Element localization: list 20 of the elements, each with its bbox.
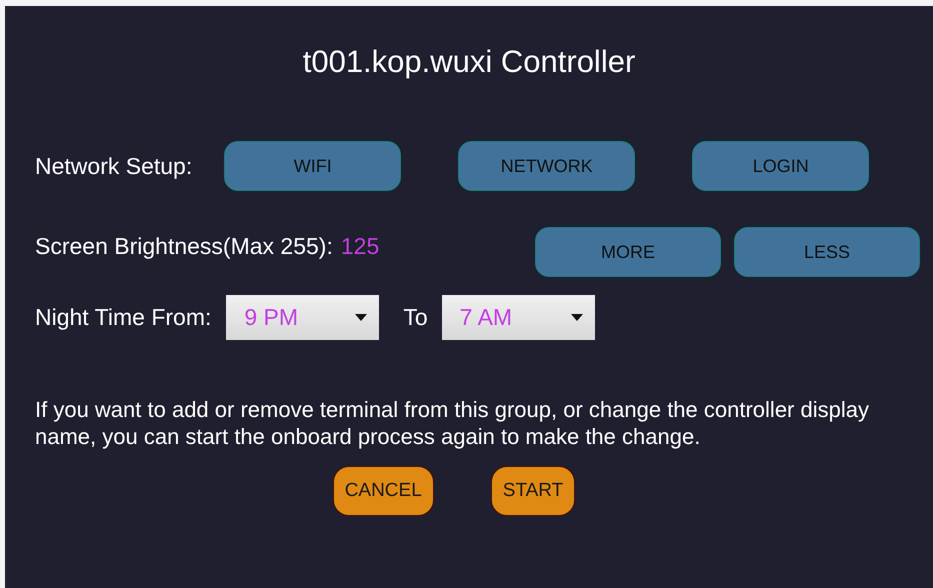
brightness-label: Screen Brightness(Max 255): [35,232,333,260]
action-button[interactable]: CANCEL [332,466,434,516]
network-button[interactable]: NETWORK [458,141,636,191]
from-select[interactable]: 9 PM [226,295,380,340]
select-value: 9 PM [244,304,298,331]
network-setup-label: Network Setup: [35,152,192,180]
to-label: To [403,304,428,331]
brightness-button[interactable]: LESS [734,227,920,277]
caret-icon [355,314,368,321]
action-button[interactable]: START [490,466,576,516]
night-time-label: Night Time From: [35,304,212,331]
brightness-button[interactable]: MORE [535,227,721,277]
select-value: 7 AM [460,304,512,331]
network-button[interactable]: LOGIN [692,141,870,191]
to-select[interactable]: 7 AM [442,295,595,340]
window-title: t001.kop.wuxi Controller [302,44,636,81]
info-message: If you want to add or remove terminal from this group, or change the controller display name, you can start the onboard process again to make the change. [35,396,870,450]
caret-icon [570,314,583,321]
network-button[interactable]: WIFI [224,141,402,191]
brightness-value: 125 [340,232,380,260]
